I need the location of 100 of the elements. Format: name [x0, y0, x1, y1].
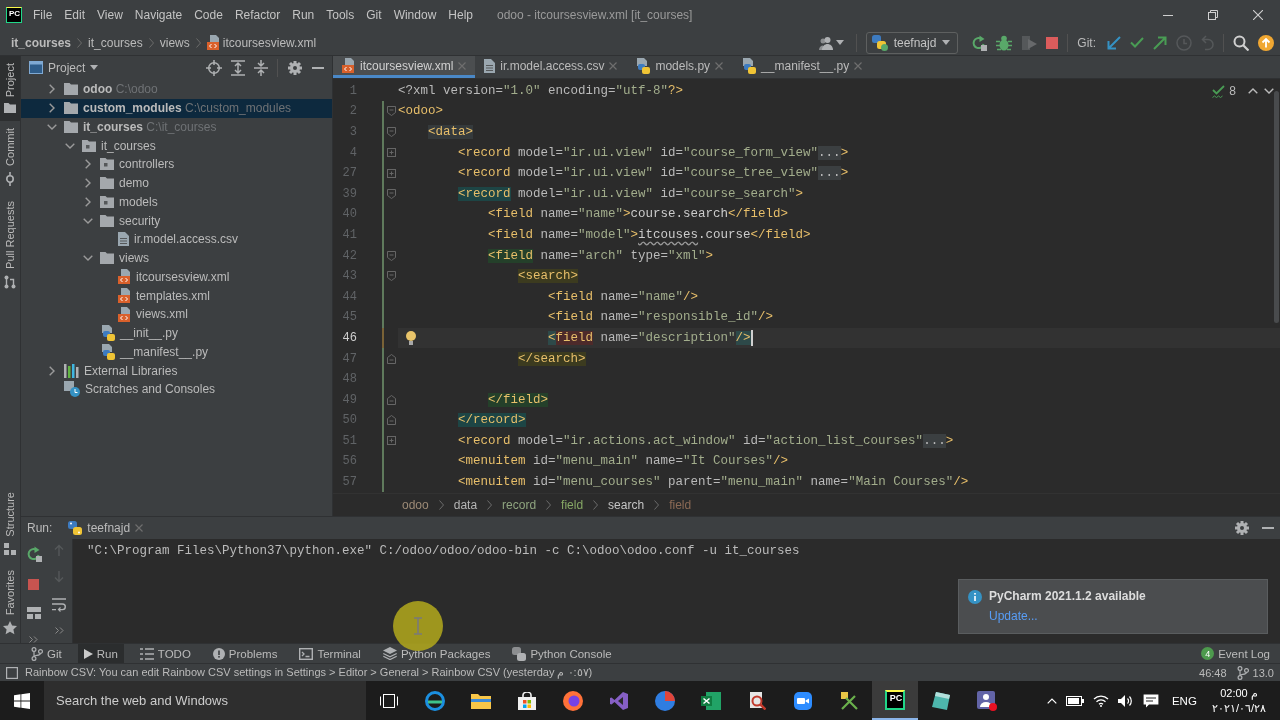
- settings-icon[interactable]: [287, 59, 303, 76]
- editor-tab[interactable]: ir.model.access.csv: [475, 56, 627, 78]
- layout-icon[interactable]: [26, 607, 41, 619]
- tool-window-tab[interactable]: Project: [0, 56, 20, 122]
- run-tab[interactable]: teefnajd: [62, 517, 150, 539]
- coverage-icon[interactable]: [1021, 34, 1038, 51]
- settings-icon[interactable]: [1234, 520, 1250, 536]
- tree-item[interactable]: External Libraries: [21, 361, 332, 380]
- soft-wrap-icon[interactable]: [52, 598, 66, 612]
- breadcrumb[interactable]: it_courses: [88, 35, 143, 50]
- double-chevron-icon[interactable]: [29, 636, 38, 643]
- stop-icon[interactable]: [1046, 36, 1059, 49]
- bulb-icon[interactable]: [406, 330, 416, 345]
- breadcrumb[interactable]: odoo: [402, 498, 429, 512]
- tree-item[interactable]: views.xml: [21, 305, 332, 324]
- tree-item[interactable]: Scratches and Consoles: [21, 380, 332, 399]
- editor-tab[interactable]: itcoursesview.xml: [333, 56, 476, 78]
- project-view-dropdown[interactable]: Project: [29, 60, 99, 75]
- collapse-fold-icon[interactable]: [387, 394, 396, 405]
- menu-item[interactable]: Tools: [320, 8, 361, 22]
- inspection-count[interactable]: 8: [1229, 84, 1236, 98]
- chevron-up-icon[interactable]: [1248, 88, 1258, 94]
- expand-all-icon[interactable]: [231, 59, 245, 76]
- collapse-fold-icon[interactable]: [387, 353, 396, 364]
- chevron-down-icon[interactable]: [47, 123, 57, 130]
- menu-item[interactable]: Window: [387, 8, 443, 22]
- double-chevron-icon[interactable]: [54, 627, 64, 634]
- caret-position[interactable]: 46:48: [1199, 666, 1227, 679]
- tree-item[interactable]: itcoursesview.xml: [21, 267, 332, 287]
- search-field[interactable]: Search the web and Windows: [44, 681, 366, 720]
- editor-tab[interactable]: models.py: [626, 56, 733, 78]
- chevron-down-icon[interactable]: [65, 142, 75, 149]
- chevron-down-icon[interactable]: [83, 217, 93, 224]
- tool-window-tab[interactable]: Commit: [0, 121, 20, 195]
- tool-window-button[interactable]: Python Packages: [376, 644, 497, 663]
- collapse-fold-icon[interactable]: [387, 127, 396, 137]
- expand-fold-icon[interactable]: [387, 168, 396, 178]
- branch-widget[interactable]: 13.0: [1236, 665, 1274, 680]
- tree-item[interactable]: ir.model.access.csv: [21, 230, 332, 249]
- taskbar-button[interactable]: PC: [872, 681, 918, 720]
- clock-date[interactable]: ٢٠٢١/٠٦/٢٨: [1211, 700, 1266, 716]
- close-icon[interactable]: [135, 524, 144, 532]
- chevron-right-icon[interactable]: [85, 159, 91, 170]
- tool-window-button[interactable]: Python Console: [506, 644, 618, 663]
- search-icon[interactable]: [1233, 34, 1249, 51]
- tree-item[interactable]: __init__.py: [21, 323, 332, 343]
- menu-item[interactable]: File: [27, 8, 59, 22]
- tool-window-button[interactable]: TODO: [133, 644, 197, 663]
- chevron-right-icon[interactable]: [85, 178, 91, 189]
- tree-item[interactable]: security: [21, 211, 332, 230]
- expand-fold-icon[interactable]: [387, 436, 396, 446]
- tree-item[interactable]: custom_modules C:\custom_modules: [21, 98, 332, 118]
- arrow-down-left-icon[interactable]: [1107, 35, 1121, 50]
- menu-item[interactable]: View: [91, 8, 129, 22]
- editor-tab[interactable]: __manifest__.py: [732, 56, 872, 78]
- tool-window-tab[interactable]: Pull Requests: [0, 194, 20, 297]
- tree-item[interactable]: views: [21, 248, 332, 268]
- menu-item[interactable]: Help: [442, 8, 479, 22]
- tool-window-button[interactable]: Git: [25, 644, 68, 663]
- tool-window-tab[interactable]: Structure: [0, 485, 20, 563]
- tree-item[interactable]: demo: [21, 173, 332, 193]
- breadcrumb[interactable]: views: [159, 35, 190, 50]
- chevron-right-icon[interactable]: [49, 103, 55, 114]
- menu-item[interactable]: Git: [360, 8, 388, 22]
- collapse-all-icon[interactable]: [254, 59, 268, 76]
- tree-item[interactable]: templates.xml: [21, 286, 332, 305]
- status-message[interactable]: Rainbow CSV: You can edit Rainbow CSV settings in Settings > Editor > General > Rainbow CSV (yesterday ٠:٥٧ م): [25, 666, 593, 679]
- tool-window-tab[interactable]: Favorites: [0, 562, 20, 643]
- breadcrumb[interactable]: record: [502, 498, 537, 512]
- collapse-fold-icon[interactable]: [387, 250, 396, 261]
- breadcrumb[interactable]: itcoursesview.xml: [206, 35, 317, 50]
- breadcrumb[interactable]: search: [608, 498, 645, 512]
- tree-item[interactable]: __manifest__.py: [21, 342, 332, 362]
- chevron-right-icon[interactable]: [85, 196, 91, 207]
- run-config-dropdown[interactable]: teefnajd: [865, 31, 959, 54]
- chevron-right-icon[interactable]: [49, 365, 55, 376]
- check-icon[interactable]: [1130, 37, 1144, 48]
- menu-item[interactable]: Run: [286, 8, 321, 22]
- menu-item[interactable]: Edit: [58, 8, 92, 22]
- tree-item[interactable]: controllers: [21, 155, 332, 174]
- clock-time[interactable]: 02:00 م: [1220, 685, 1258, 701]
- menu-item[interactable]: Code: [188, 8, 229, 22]
- breadcrumb[interactable]: it_courses: [11, 35, 72, 50]
- tool-window-button[interactable]: Problems: [206, 644, 284, 663]
- breadcrumb[interactable]: data: [453, 498, 478, 512]
- chevron-right-icon[interactable]: [49, 84, 55, 95]
- battery-icon[interactable]: [1065, 695, 1084, 706]
- scrollbar-thumb[interactable]: [1274, 91, 1279, 323]
- breadcrumb[interactable]: field: [561, 498, 584, 512]
- close-icon[interactable]: [715, 61, 724, 70]
- chevron-down-icon[interactable]: [83, 255, 93, 262]
- collapse-fold-icon[interactable]: [387, 106, 396, 117]
- collapse-fold-icon[interactable]: [387, 271, 396, 282]
- tool-window-button[interactable]: Terminal: [293, 644, 367, 663]
- tree-item[interactable]: models: [21, 192, 332, 212]
- rerun-icon[interactable]: [25, 546, 42, 562]
- wifi-icon[interactable]: [1092, 694, 1109, 707]
- arrow-up-right-icon[interactable]: [1153, 35, 1167, 50]
- chevron-down-icon[interactable]: [1264, 88, 1274, 94]
- event-log-button[interactable]: 4 Event Log: [1195, 644, 1276, 663]
